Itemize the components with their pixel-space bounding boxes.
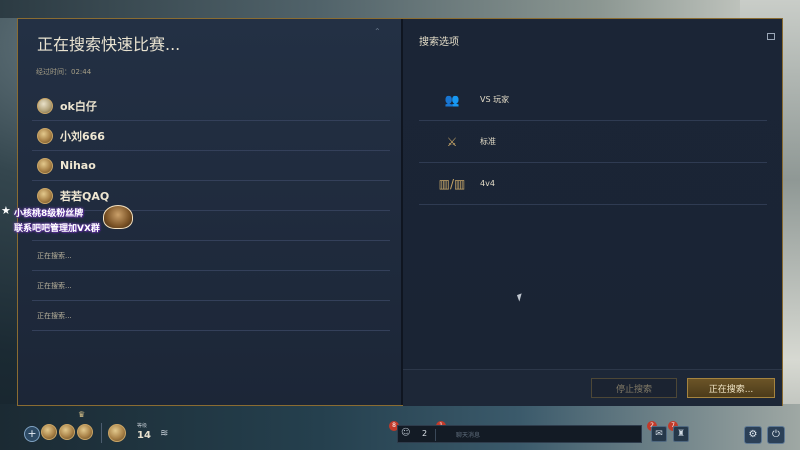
- search-options-column: 搜索选项 👥 VS 玩家 ⚔ 标准 ▥/▥ 4v4 停止搜索 正在搜索...: [403, 19, 782, 406]
- power-button[interactable]: ⏻: [767, 426, 785, 444]
- star-icon: ★: [1, 204, 11, 217]
- elapsed-time: 经过时间：02:44: [36, 68, 92, 76]
- player-name: Nihao: [60, 159, 96, 172]
- add-friend-button[interactable]: +: [24, 426, 40, 442]
- searching-label: 正在搜索...: [37, 281, 72, 290]
- crown-icon: ♛: [78, 410, 86, 419]
- empty-slot: 正在搜索...: [32, 271, 390, 301]
- option-label: 4v4: [480, 179, 495, 188]
- rank-emblem-icon: [37, 157, 53, 174]
- rank-emblem-icon: [37, 127, 53, 144]
- player-name: ok白仔: [60, 99, 97, 113]
- mouse-cursor-icon: [516, 293, 525, 302]
- rank-emblem-icon: [37, 97, 53, 114]
- searching-label: 正在搜索...: [37, 311, 72, 320]
- options-title: 搜索选项: [419, 37, 459, 48]
- player-slot[interactable]: Nihao: [32, 151, 390, 181]
- stop-search-button[interactable]: 停止搜索: [591, 378, 677, 398]
- chat-bar[interactable]: ☺ 2 聊天消息: [397, 425, 642, 443]
- option-mode[interactable]: ⚔ 标准: [419, 121, 767, 163]
- player-level: 14: [137, 430, 151, 441]
- chat-count: 2: [422, 429, 428, 438]
- player-rank-icon[interactable]: [108, 424, 126, 442]
- searching-button[interactable]: 正在搜索...: [687, 378, 775, 398]
- page-title: 正在搜索快速比赛...: [37, 35, 181, 54]
- fan-badge-icon: [103, 205, 133, 229]
- crossed-swords-icon: ⚔: [446, 134, 458, 149]
- chat-icon: ☺: [401, 428, 411, 438]
- option-size[interactable]: ▥/▥ 4v4: [419, 163, 767, 205]
- party-emblems: [41, 424, 95, 440]
- overlay-line: 联系吧吧管理加VX群: [14, 224, 100, 234]
- player-name: 小刘666: [60, 129, 105, 143]
- party-member-icon[interactable]: [59, 424, 75, 440]
- options-list: 👥 VS 玩家 ⚔ 标准 ▥/▥ 4v4: [419, 79, 767, 205]
- chat-input[interactable]: 聊天消息: [456, 430, 480, 439]
- mail-icon[interactable]: ✉: [651, 426, 667, 442]
- team-icon: 👥: [444, 92, 460, 107]
- rank-emblem-icon: [37, 187, 53, 204]
- option-label: 标准: [480, 137, 496, 146]
- panel-footer: 停止搜索 正在搜索...: [403, 369, 782, 406]
- stream-overlay-text: 小核桃8级粉丝牌 联系吧吧管理加VX群: [14, 207, 100, 237]
- level-label: 等级: [137, 423, 148, 429]
- empty-slot: 正在搜索...: [32, 301, 390, 331]
- minimize-icon[interactable]: [767, 33, 775, 40]
- player-slot[interactable]: 小刘666: [32, 121, 390, 151]
- connection-icon: ≋: [160, 428, 169, 439]
- overlay-line: 小核桃8级粉丝牌: [14, 209, 84, 219]
- trophy-icon[interactable]: ♜: [673, 426, 689, 442]
- party-member-icon[interactable]: [77, 424, 93, 440]
- teams-vs-icon: ▥/▥: [438, 176, 466, 191]
- party-member-icon[interactable]: [41, 424, 57, 440]
- option-opponent[interactable]: 👥 VS 玩家: [419, 79, 767, 121]
- corner-dot-icon: ⌃: [374, 27, 381, 36]
- player-slot[interactable]: ok白仔: [32, 91, 390, 121]
- empty-slot: 正在搜索...: [32, 241, 390, 271]
- settings-button[interactable]: ⚙: [744, 426, 762, 444]
- hud-divider: [101, 423, 102, 443]
- searching-label: 正在搜索...: [37, 251, 72, 260]
- background-top: [0, 0, 800, 18]
- chat-divider: [435, 429, 436, 441]
- option-label: VS 玩家: [480, 95, 510, 104]
- player-name: 若若QAQ: [60, 189, 110, 203]
